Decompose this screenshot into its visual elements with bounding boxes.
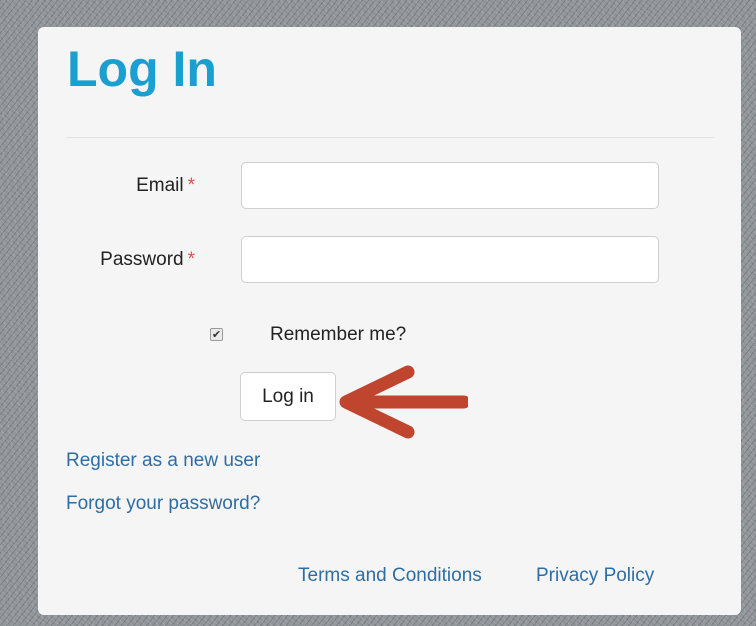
password-label-text: Password [100, 249, 184, 270]
remember-me-checkbox[interactable]: ✔ [210, 328, 223, 341]
email-field[interactable] [241, 162, 659, 209]
email-required-marker: * [187, 175, 195, 196]
email-label-text: Email [136, 175, 184, 196]
password-field[interactable] [241, 236, 659, 283]
privacy-link[interactable]: Privacy Policy [536, 565, 654, 587]
forgot-password-link[interactable]: Forgot your password? [66, 493, 260, 515]
password-required-marker: * [187, 249, 195, 270]
register-link[interactable]: Register as a new user [66, 450, 260, 472]
login-panel: Log In Email * Password * ✔ Remember me? L… [38, 27, 741, 615]
title-divider [66, 137, 714, 138]
terms-link[interactable]: Terms and Conditions [298, 565, 482, 587]
email-label: Email * [136, 175, 195, 197]
left-arrow-icon [339, 365, 468, 439]
page-title: Log In [67, 41, 217, 97]
login-button[interactable]: Log in [240, 372, 336, 421]
remember-me-label[interactable]: Remember me? [270, 324, 406, 346]
password-label: Password * [100, 249, 195, 271]
